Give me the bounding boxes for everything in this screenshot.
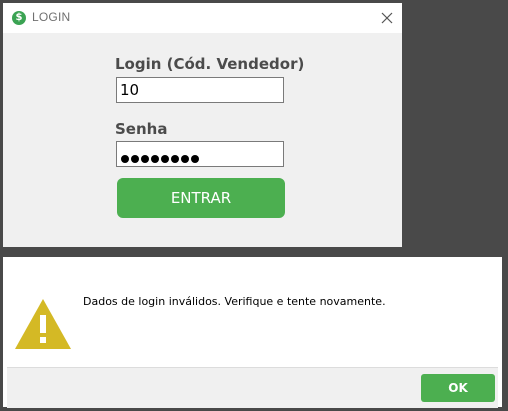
- message-box-footer: OK: [7, 367, 498, 408]
- dollar-app-icon: $: [12, 11, 26, 25]
- error-message: Dados de login inválidos. Verifique e te…: [83, 295, 386, 308]
- password-dot: [141, 155, 149, 163]
- password-dot: [171, 155, 179, 163]
- enter-button[interactable]: ENTRAR: [117, 178, 285, 218]
- close-button[interactable]: [377, 8, 397, 28]
- password-dot: [151, 155, 159, 163]
- password-dot: [131, 155, 139, 163]
- login-form: Login (Cód. Vendedor) 10 Senha ENTRAR: [3, 33, 402, 247]
- warning-icon: [15, 299, 71, 349]
- login-window: $ LOGIN Login (Cód. Vendedor) 10 Senha E…: [3, 3, 402, 247]
- password-dot: [181, 155, 189, 163]
- password-dot: [121, 155, 129, 163]
- message-box: Dados de login inválidos. Verifique e te…: [3, 257, 502, 408]
- login-input[interactable]: 10: [116, 77, 284, 103]
- ok-button[interactable]: OK: [421, 374, 495, 402]
- close-icon: [381, 12, 393, 24]
- login-label: Login (Cód. Vendedor): [115, 55, 305, 73]
- password-mask: [121, 149, 201, 163]
- password-dot: [161, 155, 169, 163]
- window-title: LOGIN: [32, 10, 71, 24]
- password-input[interactable]: [116, 141, 284, 167]
- password-label: Senha: [115, 120, 168, 138]
- title-bar: $ LOGIN: [3, 3, 402, 33]
- password-dot: [191, 155, 199, 163]
